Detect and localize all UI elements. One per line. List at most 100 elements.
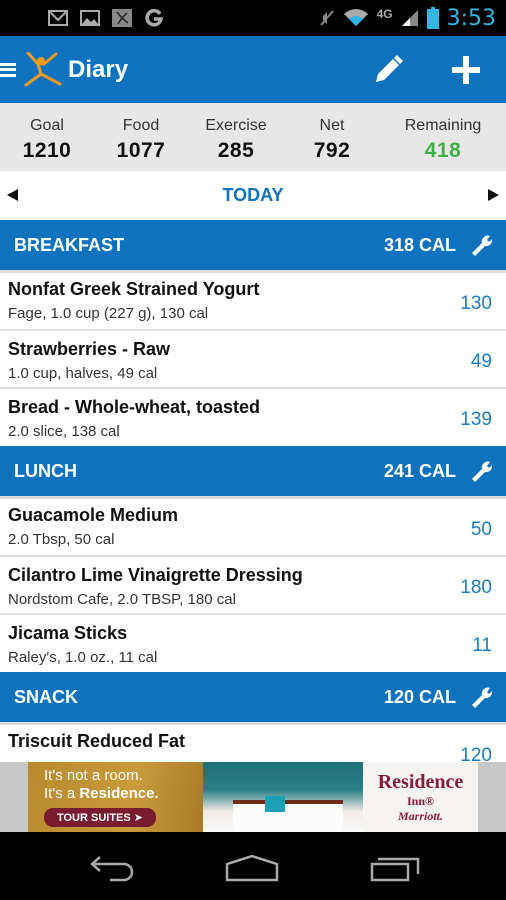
ad-logo-panel: Residence Inn® Marriott. [363,762,478,832]
ad-bed-graphic [233,800,343,832]
current-date-label[interactable]: TODAY [222,185,283,206]
food-name: Strawberries - Raw [8,339,171,359]
ad-text-panel: It's not a room. It's a Residence. TOUR … [28,762,203,832]
ad-image-bedroom [203,762,363,832]
summary-net: Net 792 [284,103,380,171]
ad-cta-button[interactable]: TOUR SUITES ➤ [44,808,156,827]
previous-day-arrow-icon[interactable] [7,189,18,201]
summary-label: Food [122,117,160,134]
ad-brand-parent: Marriott. [397,808,443,823]
home-button[interactable] [222,850,282,886]
food-name: Guacamole Medium [8,505,179,525]
food-description: Nordstom Cafe, 2.0 TBSP, 180 cal [8,591,236,608]
home-icon [225,854,279,882]
food-calories: 50 [470,519,492,540]
summary-food: Food 1077 [94,103,188,171]
food-entry[interactable]: Strawberries - Raw 1.0 cup, halves, 49 c… [0,331,506,389]
summary-value-remaining: 418 [424,139,462,162]
food-entry[interactable]: Jicama Sticks Raley's, 1.0 oz., 11 cal 1… [0,615,506,672]
diary-list[interactable]: BREAKFAST 318 CAL Nonfat Greek Strained … [0,220,506,762]
plus-icon [452,55,480,84]
status-bar: 4G 3:53 [0,0,506,36]
food-entry[interactable]: Nonfat Greek Strained Yogurt Fage, 1.0 c… [0,270,506,331]
summary-label: Remaining [404,117,482,134]
calorie-summary: Goal 1210 Food 1077 Exercise 285 Net 792… [0,103,506,171]
summary-remaining: Remaining 418 [380,103,506,171]
myfitnesspal-icon [111,9,133,27]
meal-name: BREAKFAST [14,234,125,255]
food-entry[interactable]: Triscuit Reduced Fat 120 [0,722,506,762]
food-description: Raley's, 1.0 oz., 11 cal [8,649,158,666]
back-button[interactable] [82,850,142,886]
summary-label: Exercise [205,117,267,134]
back-icon [90,856,134,882]
notification-icons [47,9,165,27]
wifi-icon [343,9,368,26]
edit-button[interactable] [358,36,418,103]
ad-banner-container: It's not a room. It's a Residence. TOUR … [0,762,506,832]
meal-header-lunch[interactable]: LUNCH 241 CAL [0,446,506,496]
ad-headline: It's not a room. [44,767,143,784]
battery-icon [426,7,439,29]
food-calories: 49 [470,351,492,372]
myfitnesspal-logo-icon[interactable] [18,51,64,88]
food-calories: 139 [460,409,492,430]
meal-header-snack[interactable]: SNACK 120 CAL [0,672,506,722]
ad-subheadline-prefix: It's a [44,785,80,802]
summary-value: 1210 [22,139,72,162]
recent-apps-icon [370,857,420,882]
gmail-icon [47,9,69,27]
food-entry[interactable]: Guacamole Medium 2.0 Tbsp, 50 cal 50 [0,496,506,557]
food-entry[interactable]: Bread - Whole-wheat, toasted 2.0 slice, … [0,389,506,446]
ad-subheadline: It's a Residence. [44,785,159,802]
system-nav-bar [0,832,506,900]
menu-icon[interactable] [0,62,16,77]
ad-pillow-graphic [265,796,285,812]
summary-goal: Goal 1210 [0,103,94,171]
food-description: 2.0 Tbsp, 50 cal [8,531,115,548]
page-title: Diary [68,55,129,83]
meal-calories: 241 CAL [383,460,456,481]
pencil-icon [376,54,403,82]
meal-calories: 318 CAL [383,234,456,255]
wrench-icon[interactable] [470,685,494,709]
food-calories: 120 [460,745,492,762]
meal-header-breakfast[interactable]: BREAKFAST 318 CAL [0,220,506,270]
ad-subheadline-bold: Residence. [79,785,159,802]
meal-name: LUNCH [14,460,77,481]
summary-label: Goal [30,117,64,134]
meal-calories: 120 CAL [383,686,456,707]
summary-exercise: Exercise 285 [188,103,284,171]
signal-icon [401,10,418,26]
food-calories: 11 [472,635,492,656]
add-button[interactable] [436,36,496,103]
system-icons: 4G 3:53 [319,0,496,36]
summary-value: 285 [217,139,255,162]
food-description: 1.0 cup, halves, 49 cal [8,365,158,382]
food-entry[interactable]: Cilantro Lime Vinaigrette Dressing Nords… [0,557,506,615]
summary-value: 1077 [116,139,166,162]
wrench-icon[interactable] [470,233,494,257]
food-name: Bread - Whole-wheat, toasted [8,397,261,417]
ad-brand-sub: Inn® [407,793,434,808]
recent-apps-button[interactable] [365,850,425,886]
food-name: Jicama Sticks [8,623,128,643]
ad-banner[interactable]: It's not a room. It's a Residence. TOUR … [28,762,478,832]
food-name: Cilantro Lime Vinaigrette Dressing [8,565,303,585]
food-calories: 180 [460,577,492,598]
mute-icon [319,10,334,26]
clock: 3:53 [446,5,496,31]
action-bar: Diary [0,36,506,103]
food-description: 2.0 slice, 138 cal [8,423,120,440]
food-name: Nonfat Greek Strained Yogurt [8,279,260,299]
food-calories: 130 [460,293,492,314]
summary-label: Net [319,117,345,134]
date-navigator: TODAY [0,171,506,220]
food-name: Triscuit Reduced Fat [8,731,186,751]
next-day-arrow-icon[interactable] [488,189,499,201]
ad-brand: Residence [377,770,464,793]
summary-value: 792 [313,139,351,162]
gallery-icon [79,9,101,27]
meal-name: SNACK [14,686,79,707]
wrench-icon[interactable] [470,459,494,483]
